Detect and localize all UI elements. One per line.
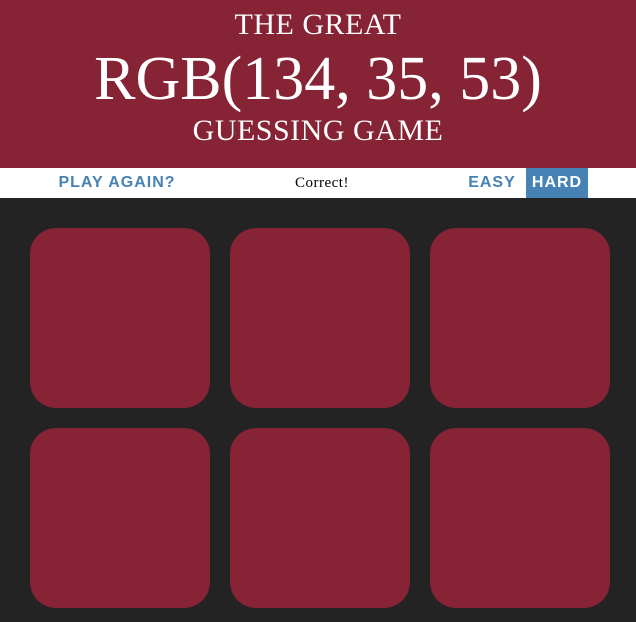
- game-header: THE GREAT RGB(134, 35, 53) GUESSING GAME: [0, 0, 636, 168]
- easy-mode-button[interactable]: EASY: [464, 168, 520, 198]
- color-square[interactable]: [430, 428, 610, 608]
- rgb-display: RGB(134, 35, 53): [94, 45, 542, 113]
- hard-mode-button[interactable]: HARD: [526, 168, 588, 198]
- title-line-the-great: THE GREAT: [234, 8, 402, 41]
- color-square[interactable]: [230, 228, 410, 408]
- color-square[interactable]: [30, 428, 210, 608]
- squares-grid: [0, 198, 636, 622]
- title-line-guessing-game: GUESSING GAME: [192, 114, 444, 147]
- play-again-button[interactable]: PLAY AGAIN?: [54, 168, 180, 198]
- color-square[interactable]: [30, 228, 210, 408]
- color-square[interactable]: [430, 228, 610, 408]
- controls-stripe: PLAY AGAIN? Correct! EASY HARD: [0, 168, 636, 198]
- status-message: Correct!: [295, 175, 349, 191]
- color-square[interactable]: [230, 428, 410, 608]
